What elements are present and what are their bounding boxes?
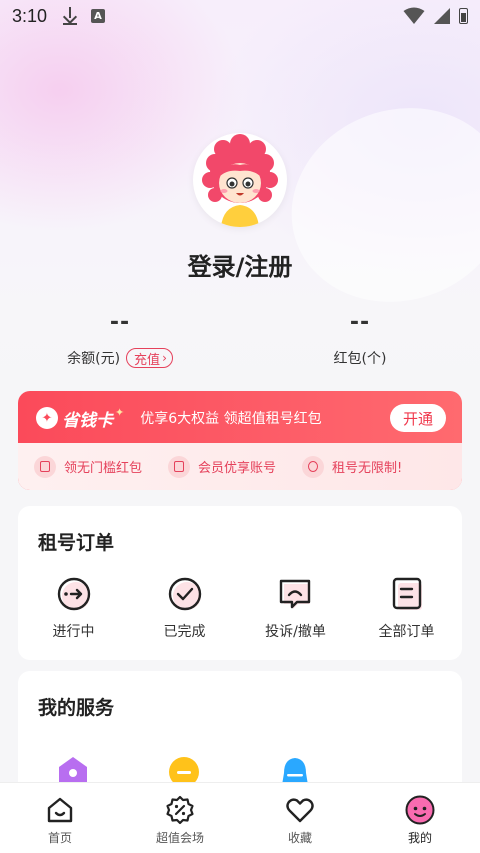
profile-face-icon bbox=[405, 795, 435, 825]
order-all[interactable]: 全部订单 bbox=[351, 576, 462, 641]
balance-value: -- bbox=[109, 310, 131, 335]
savings-card-logo-text: 省钱卡 bbox=[62, 410, 113, 431]
discount-icon bbox=[166, 795, 194, 825]
service-smile-icon[interactable] bbox=[167, 755, 201, 785]
savings-card-logo: ✦ 省钱卡 ✦ bbox=[36, 406, 124, 431]
status-time: 3:10 bbox=[12, 5, 48, 26]
service-bell-icon[interactable] bbox=[278, 755, 312, 785]
avatar[interactable] bbox=[193, 133, 287, 227]
avatar-character-icon bbox=[202, 134, 278, 227]
all-orders-icon bbox=[392, 577, 422, 610]
heart-icon bbox=[286, 798, 314, 823]
perk-member-account: 会员优享账号 bbox=[168, 455, 277, 478]
tab-label: 我的 bbox=[407, 831, 432, 845]
perk-redpacket: 领无门槛红包 bbox=[34, 455, 143, 478]
tab-home[interactable]: 首页 bbox=[0, 783, 120, 853]
tab-label: 超值会场 bbox=[155, 831, 204, 845]
order-in-progress[interactable]: 进行中 bbox=[18, 576, 129, 641]
complaint-icon bbox=[279, 579, 310, 609]
bottom-tab-bar: 首页 超值会场 收藏 我的 bbox=[0, 782, 480, 853]
check-icon bbox=[168, 577, 201, 611]
rental-orders-card: 租号订单 进行中 已完成 投诉/撤单 全部订单 bbox=[18, 506, 462, 660]
tab-label: 首页 bbox=[47, 831, 72, 845]
redpacket-value: -- bbox=[349, 310, 371, 335]
redpacket-icon bbox=[34, 455, 56, 478]
wallet-stats: -- 余额(元) 充值 › -- 红包(个) bbox=[0, 310, 480, 380]
order-complaint[interactable]: 投诉/撤单 bbox=[240, 576, 351, 641]
account-card-icon bbox=[168, 455, 191, 478]
coin-icon: ✦ bbox=[36, 407, 58, 429]
recharge-button[interactable]: 充值 › bbox=[126, 348, 173, 368]
my-services-title: 我的服务 bbox=[38, 697, 115, 719]
refresh-icon bbox=[302, 455, 325, 478]
savings-card-description: 优享6大权益 领超值租号红包 bbox=[140, 411, 322, 427]
sparkle-icon: ✦ bbox=[115, 405, 125, 419]
order-completed[interactable]: 已完成 bbox=[129, 576, 240, 641]
status-bar: 3:10 A bbox=[0, 0, 480, 32]
tab-mine[interactable]: 我的 bbox=[360, 783, 480, 853]
balance-label: 余额(元) bbox=[67, 351, 121, 367]
tab-label: 收藏 bbox=[287, 831, 312, 845]
perk-label: 会员优享账号 bbox=[198, 461, 277, 476]
redpacket-stat[interactable]: -- 红包(个) bbox=[280, 310, 440, 368]
order-label: 已完成 bbox=[163, 624, 206, 640]
wifi-icon bbox=[403, 7, 425, 24]
redpacket-label: 红包(个) bbox=[333, 351, 387, 367]
a-icon: A bbox=[91, 9, 106, 23]
order-label: 投诉/撤单 bbox=[265, 624, 326, 640]
rental-orders-title: 租号订单 bbox=[38, 532, 115, 554]
open-savings-card-button[interactable]: 开通 bbox=[390, 404, 446, 432]
download-icon bbox=[63, 7, 78, 25]
perk-unlimited: 租号无限制! bbox=[302, 455, 403, 478]
chevron-right-icon: › bbox=[162, 351, 167, 365]
login-register-link[interactable]: 登录/注册 bbox=[0, 247, 480, 282]
recharge-label: 充值 bbox=[134, 352, 161, 368]
order-label: 进行中 bbox=[52, 624, 95, 640]
balance-stat[interactable]: -- 余额(元) 充值 › bbox=[40, 310, 200, 368]
in-progress-icon bbox=[57, 577, 90, 611]
perk-label: 领无门槛红包 bbox=[64, 461, 143, 476]
savings-card-banner[interactable]: ✦ 省钱卡 ✦ 优享6大权益 领超值租号红包 开通 领无门槛红包 会员优享账号 … bbox=[18, 391, 462, 490]
tab-deals[interactable]: 超值会场 bbox=[120, 783, 240, 853]
perk-label: 租号无限制! bbox=[332, 461, 403, 476]
home-icon bbox=[47, 797, 73, 823]
tab-favorites[interactable]: 收藏 bbox=[240, 783, 360, 853]
signal-icon bbox=[434, 8, 450, 24]
battery-icon bbox=[459, 8, 468, 24]
service-shop-icon[interactable] bbox=[56, 755, 90, 785]
order-label: 全部订单 bbox=[378, 624, 435, 640]
